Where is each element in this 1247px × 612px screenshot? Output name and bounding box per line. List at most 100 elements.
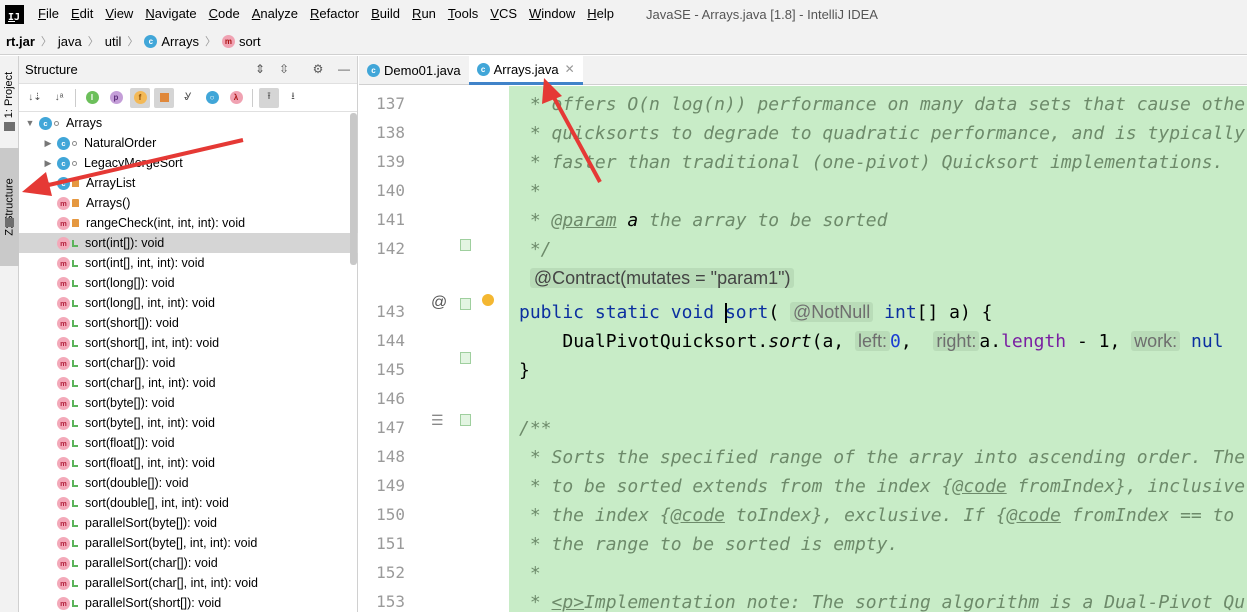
chevron-right-icon[interactable]: ▶ [43,158,53,169]
tree-item[interactable]: m sort(int[]): void [19,233,358,253]
minimize-icon[interactable]: — [337,62,351,76]
fold-icon[interactable] [460,298,471,310]
project-tool-tab[interactable]: 1: Project [0,60,19,130]
code-token: nul [1191,331,1224,352]
tab-demo01[interactable]: c Demo01.java [359,56,469,85]
code-token: @code [952,476,1007,497]
tree-item[interactable]: m sort(double[], int, int): void [19,493,358,513]
structure-scrollbar[interactable] [350,113,357,265]
menu-navigate[interactable]: Navigate [139,0,202,28]
menu-tools[interactable]: Tools [442,0,484,28]
tree-item[interactable]: m sort(byte[]): void [19,393,358,413]
code-editor[interactable]: 137 138 139 140 141 142 143 144 145 146 147 148 149 1… [359,86,1247,612]
menu-analyze[interactable]: Analyze [246,0,304,28]
method-icon: m [57,576,70,590]
show-properties-icon[interactable]: p [106,88,126,108]
tree-item[interactable]: m sort(char[], int, int): void [19,373,358,393]
menu-run[interactable]: Run [406,0,442,28]
tree-item[interactable]: m parallelSort(char[], int, int): void [19,573,358,593]
override-icon[interactable]: @ [431,294,447,312]
tree-item[interactable]: m sort(short[], int, int): void [19,333,358,353]
visibility-icon [72,519,78,527]
show-non-public-icon[interactable] [154,87,174,108]
tree-item[interactable]: m parallelSort(byte[], int, int): void [19,533,358,553]
tree-item[interactable]: m sort(byte[], int, int): void [19,413,358,433]
fold-icon[interactable] [460,352,471,364]
tree-item[interactable]: ▶ c LegacyMergeSort [19,153,358,173]
sort-by-type-icon[interactable]: ↓⇣ [25,88,45,108]
breadcrumb-arrays[interactable]: c Arrays [144,34,199,49]
class-icon: c [57,156,70,170]
show-fields-icon[interactable]: f [130,87,150,108]
method-icon: m [57,376,70,390]
code-line: * the range to be sorted is empty. [519,530,898,559]
menu-edit[interactable]: Edit [65,0,99,28]
window-title: JavaSE - Arrays.java [1.8] - IntelliJ ID… [646,6,878,22]
tree-item[interactable]: m sort(int[], int, int): void [19,253,358,273]
autoscroll-to-source-icon[interactable]: ⭱ [259,87,279,108]
code-token: sort [724,302,769,323]
render-doc-icon[interactable]: ☰ [431,412,444,429]
line-number: 150 [376,505,405,524]
line-number: 148 [376,447,405,466]
structure-toolbar: ↓⇣ ↓ᵃ I p f Ꮍ ○ λ ⭱ ⭳ [19,84,357,112]
tree-item[interactable]: m sort(long[]): void [19,273,358,293]
fold-icon[interactable] [460,414,471,426]
tree-item[interactable]: ▶ c ArrayList [19,173,358,193]
breadcrumb-java[interactable]: java [58,34,82,49]
chevron-right-icon: 〉 [87,36,99,48]
tree-item[interactable]: m parallelSort(byte[]): void [19,513,358,533]
chevron-right-icon[interactable]: ▶ [43,138,53,149]
code-line: public static void sort( @NotNull int[] … [519,302,993,323]
gear-icon[interactable]: ⚙ [311,62,325,76]
tree-item[interactable]: m sort(double[]): void [19,473,358,493]
breadcrumb-jar[interactable]: rt.jar [6,34,35,49]
tree-item-label: sort(char[], int, int): void [85,376,216,390]
code-token: */ [519,239,552,260]
anonymous-classes-icon[interactable]: Ꮍ [178,88,198,108]
code-line: DualPivotQuicksort.sort(a, left: 0, right… [562,331,1224,352]
menu-help[interactable]: Help [581,0,620,28]
tree-item-label: sort(long[], int, int): void [85,296,215,310]
menu-file[interactable]: File [32,0,65,28]
tree-item[interactable]: m Arrays() [19,193,358,213]
tree-item[interactable]: m sort(float[]): void [19,433,358,453]
code-token: length [1001,331,1067,352]
show-inherited-icon[interactable]: I [82,88,102,108]
fold-icon[interactable] [460,239,471,251]
lock-icon [72,199,79,207]
breadcrumb-sort[interactable]: m sort [221,34,261,49]
tab-arrays[interactable]: c Arrays.java ✕ [468,56,583,85]
lambda-icon[interactable]: λ [226,88,246,108]
autoscroll-from-source-icon[interactable]: ⭳ [283,88,303,108]
tree-item[interactable]: m sort(float[], int, int): void [19,453,358,473]
tree-item[interactable]: ▶ c NaturalOrder [19,133,358,153]
tree-item[interactable]: m parallelSort(short[]): void [19,593,358,612]
menu-vcs[interactable]: VCS [484,0,523,28]
structure-tool-tab[interactable]: Z: Structure [0,148,19,266]
tree-item[interactable]: m parallelSort(char[]): void [19,553,358,573]
tree-item[interactable]: m sort(char[]): void [19,353,358,373]
tree-item[interactable]: m sort(long[], int, int): void [19,293,358,313]
method-icon: m [57,276,70,290]
menu-view[interactable]: View [99,0,139,28]
structure-tree: ▼ c Arrays ▶ c NaturalOrder ▶ c LegacyMergeSo… [19,113,358,612]
menu-build[interactable]: Build [365,0,406,28]
collapse-all-icon[interactable]: ⇳ [277,62,291,76]
menu-window[interactable]: Window [523,0,581,28]
lightbulb-icon[interactable] [482,294,494,306]
show-lambdas-icon[interactable]: ○ [202,88,222,108]
tree-item[interactable]: m sort(short[]): void [19,313,358,333]
close-icon[interactable]: ✕ [565,62,575,76]
menu-code[interactable]: Code [203,0,246,28]
tree-root-arrays[interactable]: ▼ c Arrays [19,113,358,133]
sort-alpha-icon[interactable]: ↓ᵃ [49,88,69,108]
chevron-right-icon[interactable]: ▶ [43,178,53,189]
menu-refactor[interactable]: Refactor [304,0,365,28]
breadcrumb-util[interactable]: util [105,34,122,49]
tree-item[interactable]: m rangeCheck(int, int, int): void [19,213,358,233]
visibility-icon [72,359,78,367]
chevron-down-icon[interactable]: ▼ [25,118,35,128]
chevron-right-icon: 〉 [40,36,52,48]
expand-all-icon[interactable]: ⇕ [253,62,267,76]
